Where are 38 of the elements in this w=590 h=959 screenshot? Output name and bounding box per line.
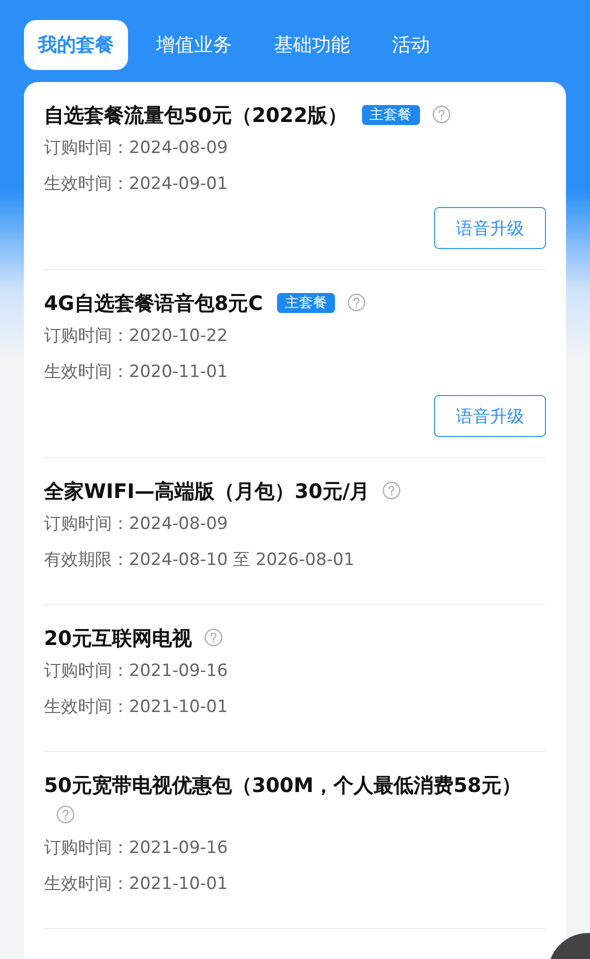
tab[interactable]: 增值业务 <box>142 20 246 70</box>
package-title: 全家WIFI—高端版（月包）30元/月 <box>44 479 370 503</box>
row-label: 生效时间： <box>44 697 129 717</box>
row-value: 2024-08-10 至 2026-08-01 <box>129 550 354 570</box>
tab[interactable]: 基础功能 <box>260 20 364 70</box>
tab[interactable]: 活动 <box>378 20 444 70</box>
help-icon[interactable] <box>432 105 450 124</box>
row-label: 订购时间： <box>44 138 129 158</box>
row-value: 2021-09-16 <box>129 838 228 858</box>
help-icon[interactable] <box>382 481 401 500</box>
row-value: 2021-09-16 <box>129 661 228 681</box>
row-label: 生效时间： <box>44 174 129 194</box>
row-label: 订购时间： <box>44 514 129 534</box>
upgrade-button[interactable]: 语音升级 <box>434 395 546 437</box>
row-label: 生效时间： <box>44 362 129 382</box>
row-value: 2024-08-09 <box>129 138 228 158</box>
main-plan-tag: 主套餐 <box>276 293 335 313</box>
row-value: 2020-11-01 <box>129 362 228 382</box>
help-icon[interactable] <box>56 805 75 824</box>
row-label: 生效时间： <box>44 874 129 894</box>
row-label: 订购时间： <box>44 326 129 346</box>
row-value: 2021-10-01 <box>129 697 228 717</box>
row-value: 2021-10-01 <box>129 874 228 894</box>
row-value: 2024-08-09 <box>129 514 228 534</box>
tab[interactable]: 我的套餐 <box>24 20 128 70</box>
row-label: 订购时间： <box>44 661 129 681</box>
upgrade-button[interactable]: 语音升级 <box>434 207 546 249</box>
row-value: 2020-10-22 <box>129 326 228 346</box>
package-title: 20元互联网电视 <box>44 626 192 650</box>
main-plan-tag: 主套餐 <box>362 105 420 125</box>
row-value: 2024-09-01 <box>129 174 228 194</box>
row-label: 有效期限： <box>44 550 129 570</box>
help-icon[interactable] <box>346 293 366 312</box>
package-title: 4G自选套餐语音包8元C <box>44 291 263 315</box>
package-title: 50元宽带电视优惠包（300M，个人最低消费58元） <box>44 773 522 797</box>
row-label: 订购时间： <box>44 838 129 858</box>
help-icon[interactable] <box>204 628 223 647</box>
package-title: 自选套餐流量包50元（2022版） <box>44 103 348 127</box>
